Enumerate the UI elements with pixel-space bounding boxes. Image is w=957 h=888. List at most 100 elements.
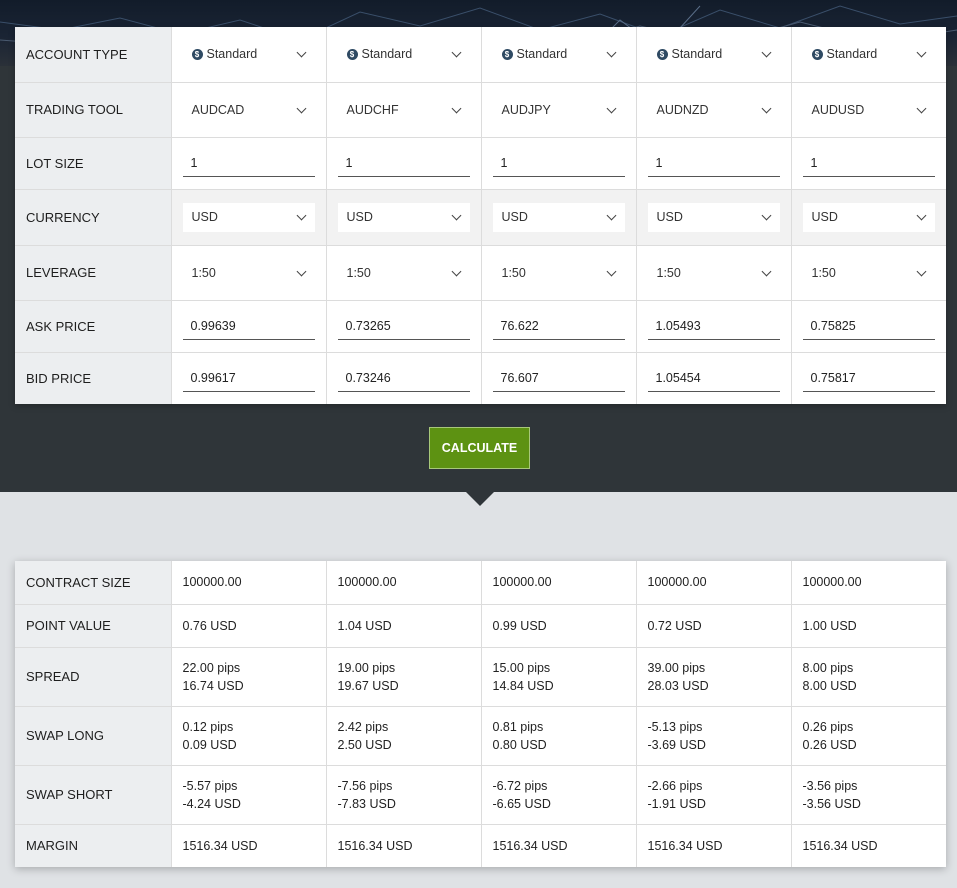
spread-usd: 28.03 USD — [647, 678, 709, 693]
result-row-margin: MARGIN 1516.34 USD 1516.34 USD 1516.34 U… — [15, 824, 946, 867]
swap-long-pips: 0.81 pips — [492, 719, 544, 734]
lot-size-input-5[interactable]: 1 — [802, 149, 935, 177]
spread-usd: 19.67 USD — [337, 678, 399, 693]
label-trading-tool: TRADING TOOL — [15, 82, 171, 138]
spread-pips: 22.00 pips — [182, 660, 241, 675]
chevron-down-icon — [916, 103, 927, 113]
currency-cell-3: USD — [480, 189, 636, 246]
swap-long-usd: 0.80 USD — [492, 737, 547, 752]
account-type-select-5[interactable]: $ Standard — [803, 40, 936, 68]
label-margin: MARGIN — [15, 824, 171, 867]
currency-select-3[interactable]: USD — [492, 202, 625, 232]
bid-price-input-2[interactable]: 0.73246 — [337, 364, 470, 393]
label-contract-size: CONTRACT SIZE — [15, 561, 171, 605]
swap-long-pips: 2.42 pips — [337, 719, 389, 734]
spread-cell: 39.00 pips 28.03 USD — [635, 647, 791, 707]
bid-price-input-3[interactable]: 76.607 — [492, 364, 625, 393]
contract-size-value: 100000.00 — [170, 561, 326, 605]
swap-long-usd: -3.69 USD — [647, 737, 706, 752]
ask-price-input-2[interactable]: 0.73265 — [337, 312, 470, 340]
account-type-select-2[interactable]: $ Standard — [338, 40, 470, 68]
bid-price-cell-1: 0.99617 — [170, 352, 326, 404]
currency-select-4[interactable]: USD — [647, 202, 780, 232]
swap-short-usd: -6.65 USD — [492, 796, 551, 811]
swap-short-pips: -6.72 pips — [492, 778, 548, 793]
ask-price-input-3[interactable]: 76.622 — [492, 312, 625, 340]
trading-tool-cell-1: AUDCAD — [170, 82, 326, 138]
label-currency: CURRENCY — [15, 189, 171, 246]
leverage-cell-3: 1:50 — [480, 245, 636, 301]
account-type-select-4[interactable]: $ Standard — [648, 40, 780, 68]
leverage-cell-5: 1:50 — [790, 245, 946, 301]
lot-size-input-1[interactable]: 1 — [182, 149, 315, 177]
chevron-down-icon — [606, 266, 616, 276]
ask-price-cell-1: 0.99639 — [170, 300, 326, 353]
chevron-down-icon — [761, 266, 771, 276]
swap-short-cell: -5.57 pips -4.24 USD — [170, 765, 326, 825]
lot-size-input-2[interactable]: 1 — [337, 149, 470, 177]
margin-value: 1516.34 USD — [790, 824, 946, 867]
leverage-select-2[interactable]: 1:50 — [338, 259, 470, 287]
row-leverage: LEVERAGE 1:50 1:50 1:50 1:50 1:50 — [15, 245, 946, 301]
point-value-value: 1.00 USD — [790, 604, 946, 648]
margin-value: 1516.34 USD — [635, 824, 791, 867]
ask-price-input-1[interactable]: 0.99639 — [182, 312, 315, 340]
currency-select-5[interactable]: USD — [802, 202, 935, 232]
bid-price-input-1[interactable]: 0.99617 — [182, 364, 315, 393]
leverage-select-3[interactable]: 1:50 — [493, 259, 625, 287]
account-type-select-1[interactable]: $ Standard — [183, 40, 315, 68]
point-value-value: 1.04 USD — [325, 604, 481, 648]
calculator-results-table: CONTRACT SIZE 100000.00 100000.00 100000… — [15, 561, 946, 867]
currency-cell-5: USD — [790, 189, 946, 246]
swap-short-usd: -1.91 USD — [647, 796, 706, 811]
spread-cell: 19.00 pips 19.67 USD — [325, 647, 481, 707]
currency-select-2[interactable]: USD — [337, 202, 470, 232]
chevron-down-icon — [296, 210, 306, 220]
label-swap-short: SWAP SHORT — [15, 765, 171, 825]
leverage-select-1[interactable]: 1:50 — [183, 259, 315, 287]
contract-size-value: 100000.00 — [790, 561, 946, 605]
ask-price-input-4[interactable]: 1.05493 — [647, 312, 780, 340]
trading-tool-cell-2: AUDCHF — [325, 82, 481, 138]
dollar-icon: $ — [656, 48, 668, 60]
dollar-icon: $ — [346, 48, 358, 60]
lot-size-cell-1: 1 — [170, 137, 326, 190]
trading-tool-select-5[interactable]: AUDUSD — [803, 96, 936, 124]
swap-short-cell: -3.56 pips -3.56 USD — [790, 765, 946, 825]
leverage-select-5[interactable]: 1:50 — [803, 259, 936, 287]
margin-value: 1516.34 USD — [325, 824, 481, 867]
swap-short-usd: -7.83 USD — [337, 796, 396, 811]
account-type-cell-3: $ Standard — [480, 27, 636, 83]
row-ask-price: ASK PRICE 0.99639 0.73265 76.622 1.05493… — [15, 300, 946, 353]
bid-price-input-4[interactable]: 1.05454 — [647, 364, 780, 393]
swap-long-cell: -5.13 pips -3.69 USD — [635, 706, 791, 766]
leverage-select-4[interactable]: 1:50 — [648, 259, 780, 287]
account-type-cell-5: $ Standard — [790, 27, 946, 83]
chevron-down-icon — [451, 47, 461, 58]
calculate-button[interactable]: CALCULATE — [429, 427, 530, 469]
label-swap-long: SWAP LONG — [15, 706, 171, 766]
currency-select-1[interactable]: USD — [182, 202, 315, 232]
ask-price-cell-3: 76.622 — [480, 300, 636, 353]
trading-tool-select-3[interactable]: AUDJPY — [493, 96, 625, 124]
trading-tool-select-2[interactable]: AUDCHF — [338, 96, 470, 124]
swap-long-usd: 2.50 USD — [337, 737, 392, 752]
point-value-value: 0.99 USD — [480, 604, 636, 648]
trading-tool-cell-3: AUDJPY — [480, 82, 636, 138]
chevron-down-icon — [761, 210, 771, 220]
ask-price-cell-5: 0.75825 — [790, 300, 946, 353]
account-type-select-3[interactable]: $ Standard — [493, 40, 625, 68]
trading-tool-select-1[interactable]: AUDCAD — [183, 96, 315, 124]
bid-price-input-5[interactable]: 0.75817 — [802, 364, 935, 393]
label-point-value: POINT VALUE — [15, 604, 171, 648]
lot-size-input-4[interactable]: 1 — [647, 149, 780, 177]
spread-cell: 8.00 pips 8.00 USD — [790, 647, 946, 707]
calculator-input-table: ACCOUNT TYPE $ Standard $ Standard $ Standa… — [15, 27, 946, 404]
lot-size-input-3[interactable]: 1 — [492, 149, 625, 177]
ask-price-input-5[interactable]: 0.75825 — [802, 312, 935, 340]
trading-tool-select-4[interactable]: AUDNZD — [648, 96, 780, 124]
bid-price-cell-3: 76.607 — [480, 352, 636, 404]
swap-short-cell: -2.66 pips -1.91 USD — [635, 765, 791, 825]
swap-long-pips: 0.26 pips — [802, 719, 854, 734]
result-row-swap-long: SWAP LONG 0.12 pips 0.09 USD 2.42 pips 2.5… — [15, 706, 946, 766]
